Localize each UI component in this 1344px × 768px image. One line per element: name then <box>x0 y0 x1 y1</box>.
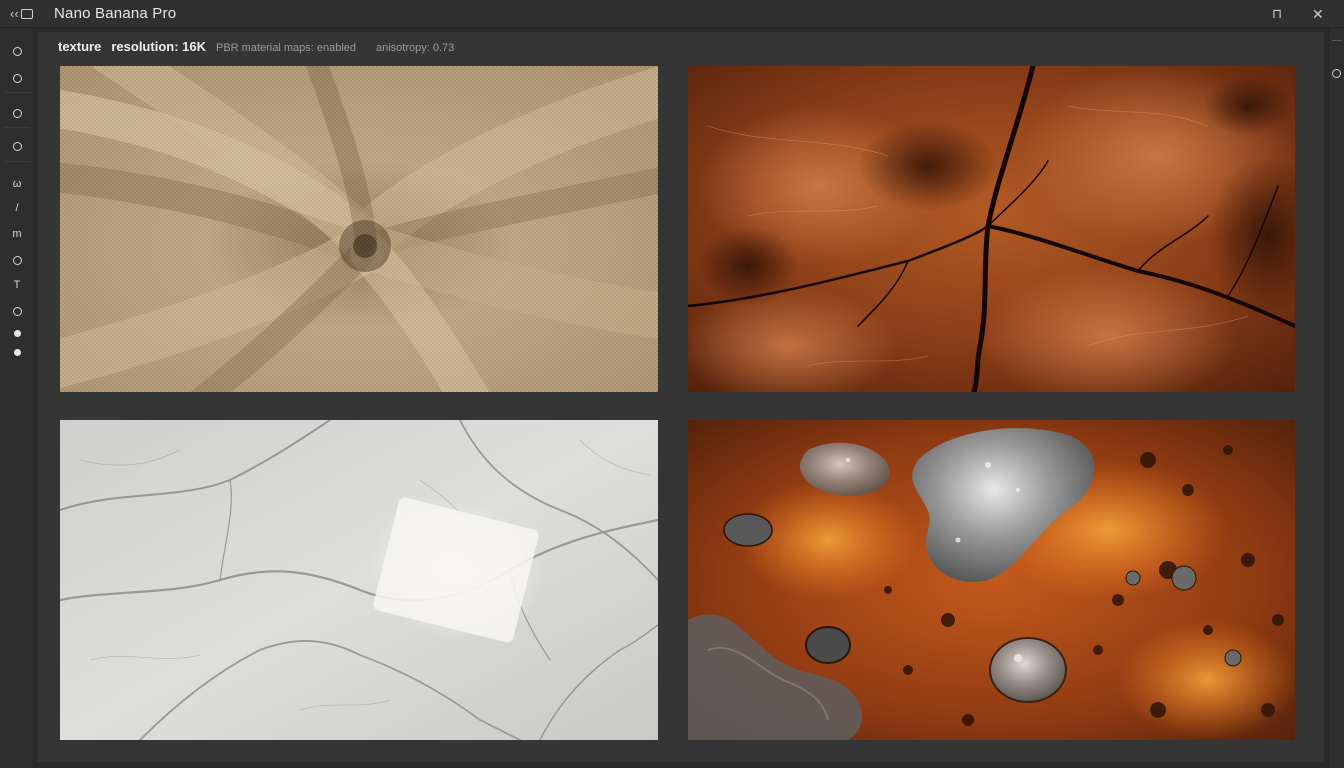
window-icon[interactable] <box>20 8 33 19</box>
info-bar: texture resolution: 16K PBR material map… <box>58 39 474 57</box>
rail-divider <box>4 92 30 93</box>
texture-panel: texture resolution: 16K PBR material map… <box>38 32 1324 762</box>
brush-tool-icon[interactable] <box>7 70 27 86</box>
select-tool-icon[interactable] <box>7 43 27 59</box>
options-icon[interactable] <box>1332 69 1341 78</box>
pin-icon[interactable]: ⊓ <box>1272 5 1282 23</box>
rail-divider <box>4 161 30 162</box>
close-icon[interactable]: ✕ <box>1312 5 1324 23</box>
rail-divider <box>4 127 30 128</box>
scroll-indicator[interactable] <box>1332 40 1342 50</box>
status-strip <box>34 762 1328 768</box>
maps-label: PBR material maps: enabled <box>215 42 356 54</box>
tool-rail: ω / m T <box>0 28 34 768</box>
warp-tool-icon[interactable]: ω <box>7 176 27 192</box>
primary-color-icon[interactable] <box>7 325 27 341</box>
rust-texture-tile[interactable] <box>688 420 1295 740</box>
resolution-label: resolution: 16K <box>111 39 206 54</box>
blur-tool-icon[interactable] <box>7 303 27 319</box>
title-bar: ‹‹ Nano Banana Pro ⊓ ✕ <box>0 0 1344 28</box>
back-icon[interactable]: ‹‹ <box>10 7 19 20</box>
line-tool-icon[interactable]: / <box>7 200 27 216</box>
sample-tool-icon[interactable] <box>7 252 27 268</box>
fill-tool-icon[interactable] <box>7 105 27 121</box>
text-tool-icon[interactable]: T <box>7 277 27 293</box>
secondary-color-icon[interactable] <box>7 344 27 360</box>
right-rail <box>1328 28 1344 768</box>
texture-label: texture <box>58 39 102 54</box>
marble-texture-tile[interactable] <box>60 420 658 740</box>
anisotropy-label: anisotropy: 0.73 <box>376 42 455 54</box>
fabric-texture-tile[interactable] <box>60 66 658 392</box>
nav-controls[interactable]: ‹‹ <box>10 7 46 20</box>
app-title: Nano Banana Pro <box>54 5 177 22</box>
drop-tool-icon[interactable] <box>7 138 27 154</box>
mask-tool-icon[interactable]: m <box>7 226 27 242</box>
leather-texture-tile[interactable] <box>688 66 1295 392</box>
